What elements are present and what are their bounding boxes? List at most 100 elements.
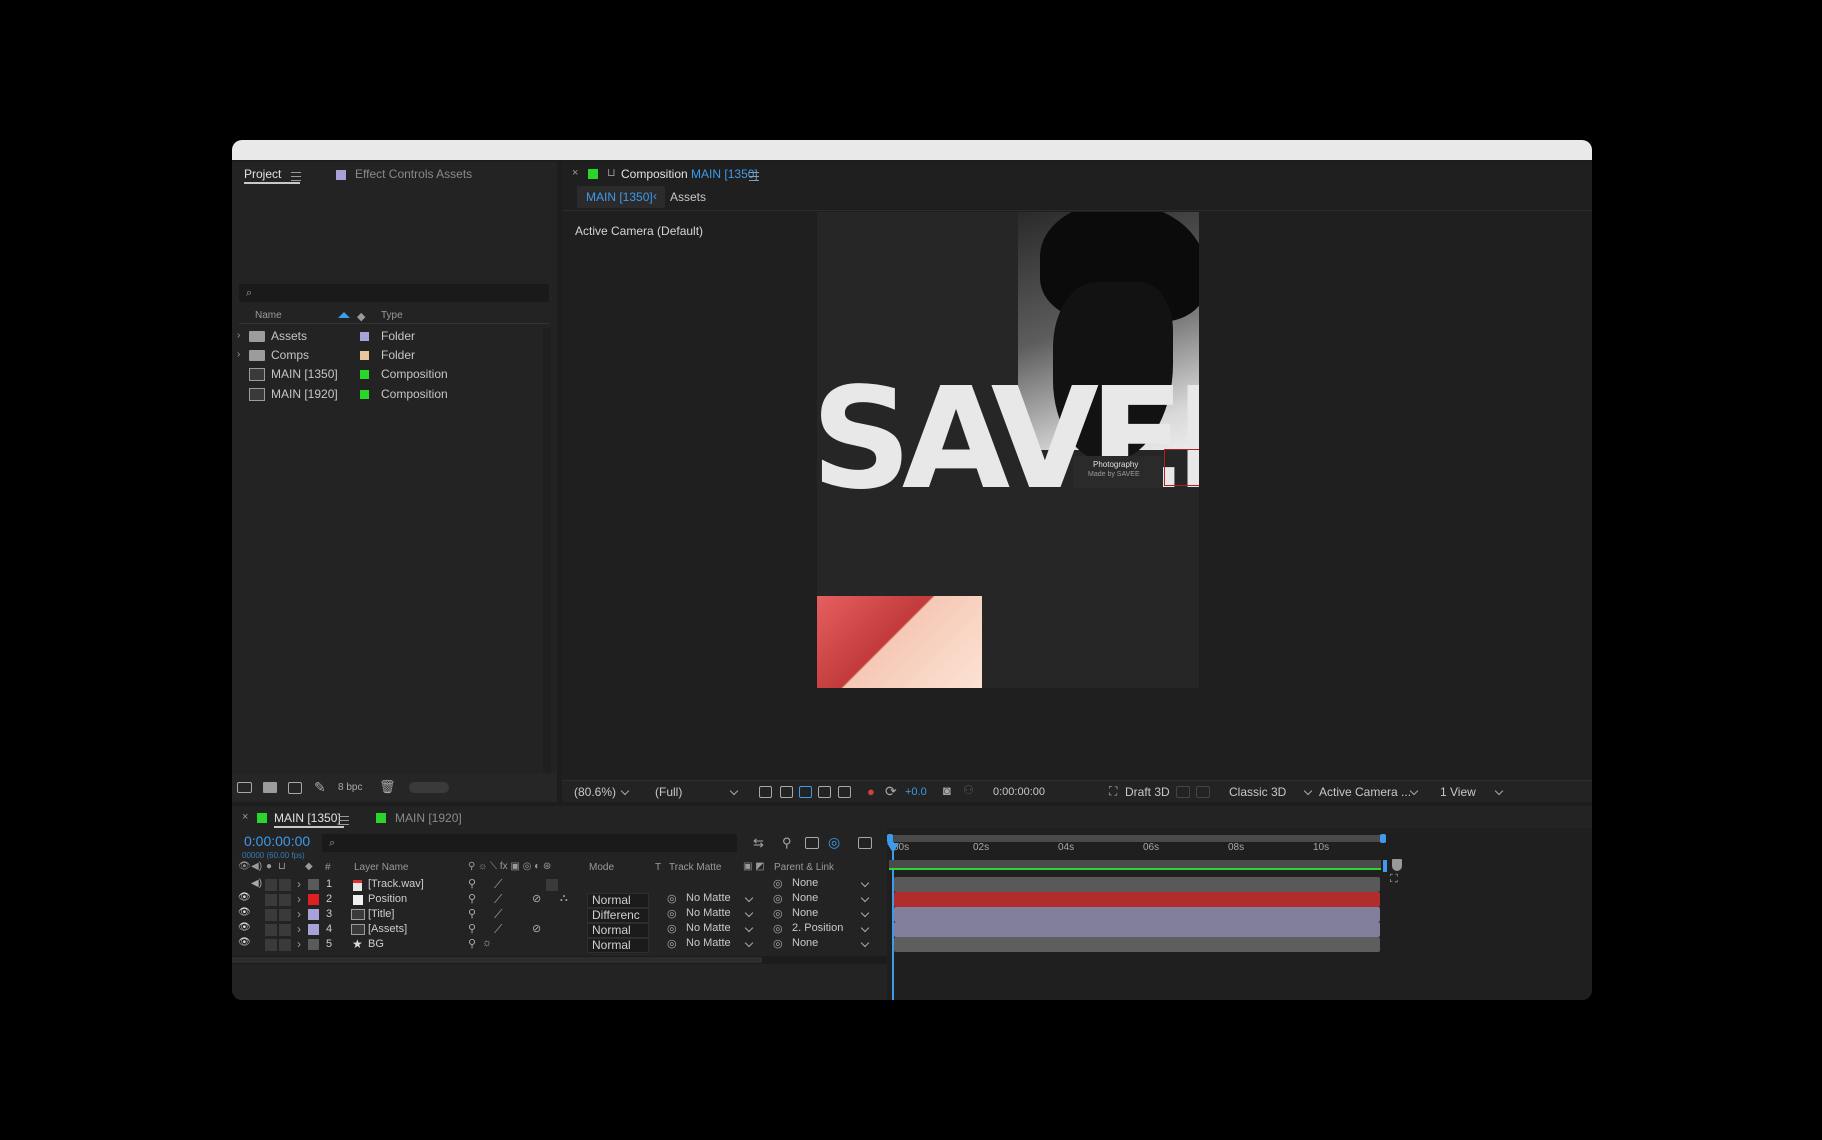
solo-toggle[interactable] (265, 879, 277, 891)
layer-scroll-thumb[interactable] (232, 957, 762, 963)
parent-link-header[interactable]: Parent & Link (774, 862, 834, 873)
composition-viewer[interactable]: SAVEE Photography Made by SAVEE (562, 212, 1592, 780)
layer-name[interactable]: [Title] (368, 908, 395, 920)
comp-button-icon[interactable]: ⛶ (1390, 873, 1398, 886)
frame-blending-icon[interactable] (805, 837, 819, 849)
parent-pickwhip-icon[interactable]: ◎ (773, 892, 783, 905)
effect-switch[interactable] (546, 879, 558, 891)
tab-effect-controls[interactable]: Effect Controls Assets (355, 167, 472, 181)
project-item-main-1350[interactable]: MAIN [1350] Composition (232, 366, 542, 386)
zoom-dropdown[interactable]: (80.6%) (574, 785, 630, 799)
track-matte-dropdown[interactable]: No Matte (686, 892, 754, 904)
show-snapshot-icon[interactable]: ⚇ (963, 783, 974, 797)
layer-scrollbar[interactable] (232, 956, 982, 964)
parent-dropdown[interactable]: None (792, 877, 870, 889)
thumbnail-slider[interactable] (409, 782, 449, 793)
playhead-handle[interactable] (887, 843, 899, 853)
label-swatch[interactable] (360, 390, 369, 399)
project-scrollbar[interactable] (543, 328, 551, 772)
shy-switch-icon[interactable]: ⚲ (468, 877, 476, 890)
breadcrumb-main-1350[interactable]: MAIN [1350] (586, 190, 653, 204)
bpc-button[interactable]: 8 bpc (338, 782, 362, 793)
label-swatch[interactable] (360, 332, 369, 341)
tab-timeline-main-1350[interactable]: MAIN [1350] (274, 811, 341, 825)
lock-toggle[interactable] (279, 924, 291, 936)
motion-blur-icon[interactable]: ◎ (828, 834, 840, 851)
lock-toggle[interactable] (279, 894, 291, 906)
color-channels-icon[interactable]: ● (867, 784, 875, 799)
parent-pickwhip-icon[interactable]: ◎ (773, 907, 783, 920)
comp-marker-end[interactable] (1383, 860, 1387, 872)
draft-3d-button[interactable]: Draft 3D (1125, 785, 1170, 799)
parent-dropdown[interactable]: None (792, 907, 870, 919)
track-matte-dropdown[interactable]: No Matte (686, 907, 754, 919)
lock-toggle[interactable] (279, 939, 291, 951)
timeline-navigator-icon[interactable] (1392, 859, 1402, 871)
solo-toggle[interactable] (265, 924, 277, 936)
layer-bar-2[interactable] (894, 892, 1380, 907)
eye-icon[interactable]: 👁 (238, 937, 251, 948)
solo-toggle[interactable] (265, 894, 277, 906)
sort-ascending-icon[interactable] (338, 312, 350, 318)
matte-pickwhip-icon[interactable]: ◎ (667, 892, 677, 905)
new-folder-icon[interactable] (263, 782, 277, 793)
layer-bar-3[interactable] (894, 907, 1380, 922)
timeline-menu-icon[interactable] (339, 816, 349, 825)
expand-chevron-icon[interactable]: › (237, 330, 240, 341)
column-type-header[interactable]: Type (381, 310, 403, 321)
parent-dropdown[interactable]: None (792, 892, 870, 904)
column-name-header[interactable]: Name (255, 310, 282, 321)
label-swatch[interactable] (360, 370, 369, 379)
expand-chevron-icon[interactable]: › (237, 349, 240, 360)
mode-dropdown[interactable]: Normal (587, 923, 649, 938)
shy-switch-icon[interactable]: ⚲ (468, 922, 476, 935)
fast-previews-icon[interactable] (759, 786, 772, 798)
track-matte-dropdown[interactable]: No Matte (686, 922, 754, 934)
layer-name[interactable]: Position (368, 893, 407, 905)
mode-dropdown[interactable]: Normal (587, 938, 649, 953)
project-menu-icon[interactable] (291, 172, 301, 181)
solo-toggle[interactable] (265, 939, 277, 951)
work-area-bar[interactable] (887, 834, 1386, 843)
layer-label-swatch[interactable] (308, 939, 319, 950)
interpret-footage-icon[interactable] (237, 782, 252, 793)
snapshot-icon[interactable]: ◙ (943, 783, 951, 798)
current-time[interactable]: 0:00:00:00 (993, 786, 1045, 798)
region-of-interest-icon[interactable] (818, 786, 831, 798)
matte-pickwhip-icon[interactable]: ◎ (667, 907, 677, 920)
lock-toggle[interactable] (279, 879, 291, 891)
layer-bar-4[interactable] (894, 922, 1380, 937)
project-item-main-1920[interactable]: MAIN [1920] Composition (232, 386, 542, 406)
grid-guides-icon[interactable] (838, 786, 851, 798)
layer-row-5[interactable]: 👁 › 5 ★ BG ⚲ ☼ Normal ◎ No Matte ◎ None (232, 937, 992, 954)
lock-icon[interactable]: ⊔ (607, 166, 616, 179)
exposure-value[interactable]: +0.0 (905, 786, 927, 798)
expand-chevron-icon[interactable]: › (297, 907, 301, 921)
shy-switch-icon[interactable]: ⚲ (468, 937, 476, 950)
time-graph[interactable]: 00s 02s 04s 06s 08s 10s ⛶ (887, 828, 1592, 1000)
layer-label-swatch[interactable] (308, 924, 319, 935)
matte-pickwhip-icon[interactable]: ◎ (667, 937, 677, 950)
parent-pickwhip-icon[interactable]: ◎ (773, 877, 783, 890)
comp-flowchart-icon[interactable]: ⇆ (753, 835, 764, 851)
shy-layers-icon[interactable]: ⚲ (782, 835, 792, 851)
render-queue-icon[interactable]: ✎ (314, 779, 326, 796)
extended-viewer-icon[interactable] (1176, 786, 1190, 798)
collapse-switch-icon[interactable]: ☼ (482, 937, 492, 949)
expand-chevron-icon[interactable]: › (297, 937, 301, 951)
tab-composition[interactable]: Composition MAIN [1350] (621, 167, 758, 181)
layer-bar-5[interactable] (894, 937, 1380, 952)
mode-dropdown[interactable]: Differenc (587, 908, 649, 923)
layer-label-swatch[interactable] (308, 909, 319, 920)
breadcrumb-assets[interactable]: Assets (670, 190, 706, 204)
eye-icon[interactable]: 👁 (238, 922, 251, 933)
camera-dropdown[interactable]: Active Camera ... (1319, 785, 1419, 799)
shy-switch-icon[interactable]: ⚲ (468, 892, 476, 905)
timeline-search-input[interactable] (322, 834, 737, 852)
track-matte-dropdown[interactable]: No Matte (686, 937, 754, 949)
expand-chevron-icon[interactable]: › (297, 892, 301, 906)
mode-dropdown[interactable]: Normal (587, 893, 649, 908)
layer-name[interactable]: [Assets] (368, 923, 407, 935)
mask-visibility-icon[interactable] (799, 786, 812, 798)
quality-switch-icon[interactable]: ⟋ (494, 892, 502, 907)
